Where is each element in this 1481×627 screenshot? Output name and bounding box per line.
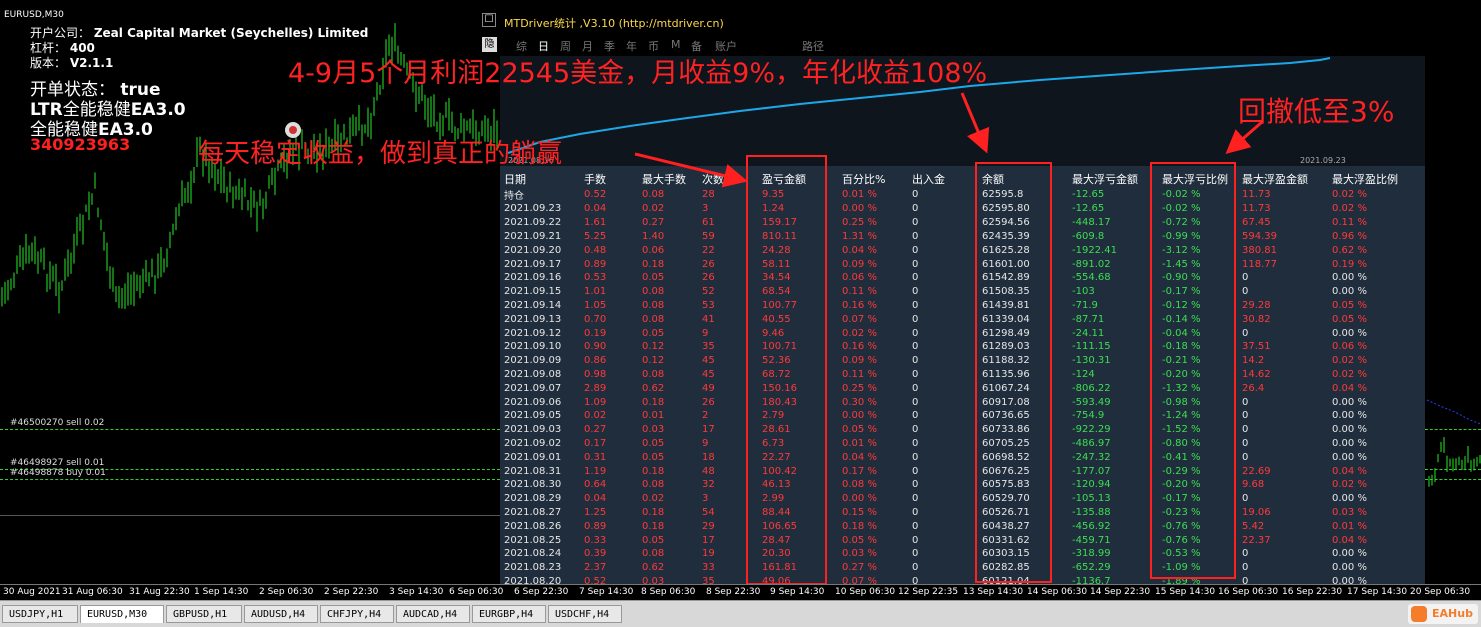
eahub-watermark: EAHub (1408, 604, 1478, 624)
stable-profit-annotation: 每天稳定收益，做到真正的躺赢 (198, 139, 563, 169)
time-axis-label: 8 Sep 06:30 (641, 587, 696, 597)
time-axis-label: 13 Sep 14:30 (963, 587, 1024, 597)
time-axis-label: 16 Sep 06:30 (1218, 587, 1279, 597)
time-axis-label: 14 Sep 22:30 (1090, 587, 1151, 597)
tab-audusd-h4[interactable]: AUDUSD,H4 (244, 605, 318, 623)
time-axis-label: 31 Aug 06:30 (62, 587, 123, 597)
time-axis-label: 2 Sep 06:30 (259, 587, 314, 597)
tab-eurgbp-h4[interactable]: EURGBP,H4 (472, 605, 546, 623)
eahub-logo-icon (1411, 606, 1427, 622)
time-axis-label: 6 Sep 22:30 (514, 587, 569, 597)
tab-chfjpy-h4[interactable]: CHFJPY,H4 (320, 605, 394, 623)
time-axis-label: 17 Sep 14:30 (1347, 587, 1408, 597)
time-axis-label: 1 Sep 14:30 (194, 587, 249, 597)
tab-gbpusd-h1[interactable]: GBPUSD,H1 (166, 605, 242, 623)
time-axis-label: 7 Sep 14:30 (579, 587, 634, 597)
symbol-tab-bar: USDJPY,H1 EURUSD,M30 GBPUSD,H1 AUDUSD,H4… (0, 600, 1481, 627)
time-axis-label: 12 Sep 22:35 (898, 587, 959, 597)
time-axis-label: 6 Sep 06:30 (449, 587, 504, 597)
tab-eurusd-m30[interactable]: EURUSD,M30 (80, 605, 164, 623)
time-axis-label: 10 Sep 06:30 (835, 587, 896, 597)
time-axis-label: 31 Aug 22:30 (129, 587, 190, 597)
tab-usdjpy-h1[interactable]: USDJPY,H1 (2, 605, 78, 623)
time-axis-label: 30 Aug 2021 (3, 587, 61, 597)
eahub-text: EAHub (1432, 607, 1473, 620)
drawdown-annotation: 回撤低至3% (1238, 95, 1395, 128)
time-axis: 30 Aug 2021 31 Aug 06:30 31 Aug 22:30 1 Sep… (0, 584, 1481, 601)
headline-annotation: 4-9月5个月利润22545美金，月收益9%，年化收益108% (288, 58, 988, 89)
time-axis-label: 16 Sep 22:30 (1282, 587, 1343, 597)
tab-usdchf-h4[interactable]: USDCHF,H4 (548, 605, 622, 623)
time-axis-label: 8 Sep 22:30 (706, 587, 761, 597)
time-axis-label: 20 Sep 06:30 (1410, 587, 1471, 597)
time-axis-label: 15 Sep 14:30 (1155, 587, 1216, 597)
tab-audcad-h4[interactable]: AUDCAD,H4 (396, 605, 470, 623)
time-axis-label: 9 Sep 14:30 (770, 587, 825, 597)
time-axis-label: 2 Sep 22:30 (324, 587, 379, 597)
time-axis-label: 3 Sep 14:30 (389, 587, 444, 597)
time-axis-label: 14 Sep 06:30 (1027, 587, 1088, 597)
